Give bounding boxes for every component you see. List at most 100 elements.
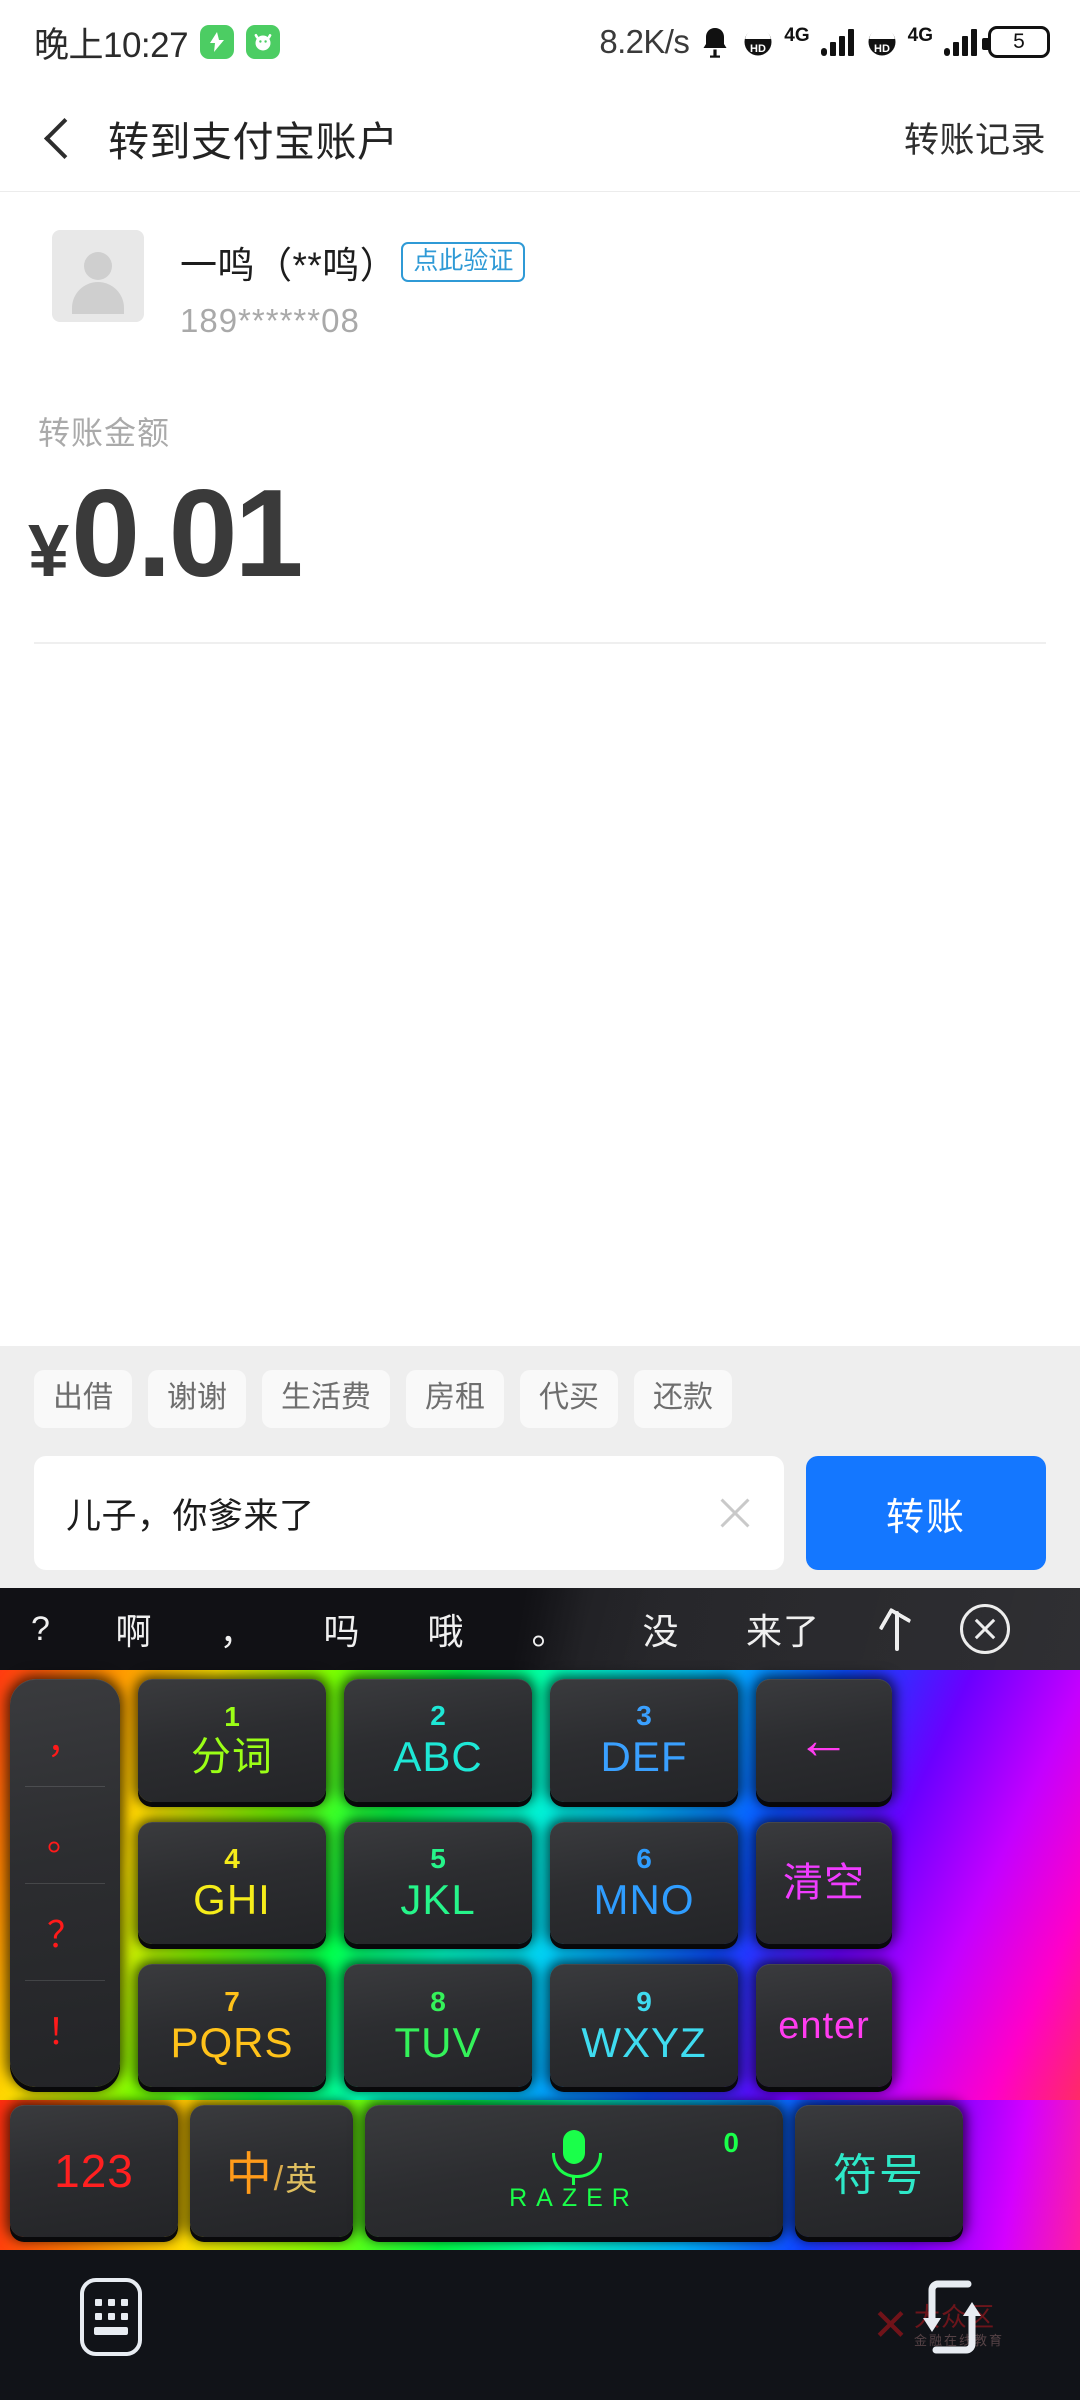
arrow-up-icon[interactable] [878, 1607, 918, 1651]
key-number: 5 [430, 1842, 446, 1874]
candidate-item[interactable]: 吗 [290, 1603, 394, 1655]
key-1[interactable]: 1 分词 [138, 1679, 326, 1802]
candidate-item[interactable]: ， [186, 1603, 290, 1655]
key-enter[interactable]: enter [756, 1964, 892, 2087]
quick-tag[interactable]: 谢谢 [148, 1370, 246, 1428]
lang-english: 英 [285, 2161, 318, 2197]
key-9[interactable]: 9 WXYZ [550, 1964, 738, 2087]
key-number: 1 [224, 1701, 240, 1733]
screen-rotate-icon[interactable] [912, 2276, 992, 2358]
page-title: 转到支付宝账户 [108, 118, 399, 165]
punct-period[interactable]: 。 [10, 1786, 120, 1883]
key-label: TUV [394, 2018, 482, 2066]
keyboard-grid: ， 。 ？ ！ 1 分词 2 ABC 3 DEF ← 4 GHI 5 JKL 6… [4, 1674, 1076, 2096]
currency-symbol: ¥ [28, 509, 69, 592]
clear-x-icon[interactable] [712, 1490, 758, 1536]
payee-phone: 189******08 [180, 302, 360, 339]
payee-name: 一鸣（**鸣） [180, 245, 398, 286]
candidate-item[interactable]: ? [0, 1610, 82, 1649]
key-number: 7 [224, 1985, 240, 2017]
key-label: JKL [400, 1875, 476, 1923]
network-speed: 8.2K/s [599, 23, 690, 60]
status-time: 晚上10:27 [34, 25, 189, 65]
amount-label: 转账金额 [38, 415, 171, 451]
punct-question[interactable]: ？ [10, 1883, 120, 1980]
transfer-records-link[interactable]: 转账记录 [904, 112, 1046, 163]
key-number: 2 [430, 1700, 446, 1732]
back-chevron-icon[interactable] [34, 115, 80, 161]
battery-indicator: 5 [982, 26, 1050, 58]
key-label: 清空 [783, 1860, 865, 1905]
message-input[interactable]: 儿子，你爹来了 [34, 1456, 784, 1570]
amount-field[interactable]: ¥ 0.01 [0, 454, 1080, 596]
payee-section: 一鸣（**鸣） 点此验证 189******08 [0, 192, 1080, 340]
lang-slash: / [273, 2160, 284, 2198]
transfer-button[interactable]: 转账 [806, 1456, 1046, 1570]
key-space[interactable]: RAZER 0 [365, 2105, 783, 2237]
key-3[interactable]: 3 DEF [550, 1679, 738, 1802]
lang-chinese: 中 [225, 2148, 272, 2200]
key-language-toggle[interactable]: 中 / 英 [190, 2105, 353, 2237]
bell-icon [700, 26, 730, 58]
key-backspace[interactable]: ← [756, 1679, 892, 1802]
candidate-item[interactable]: 啊 [82, 1603, 186, 1655]
close-circle-icon[interactable] [960, 1604, 1010, 1654]
key-number: 9 [636, 1985, 652, 2017]
verify-badge[interactable]: 点此验证 [401, 241, 526, 283]
key-number: 8 [430, 1985, 446, 2017]
quick-tag[interactable]: 房租 [406, 1370, 504, 1428]
key-4[interactable]: 4 GHI [138, 1821, 326, 1945]
quick-tag[interactable]: 生活费 [262, 1370, 390, 1428]
key-clear[interactable]: 清空 [756, 1821, 892, 1945]
payee-info: 一鸣（**鸣） 点此验证 189******08 [180, 230, 526, 340]
candidate-item[interactable]: 。 [498, 1603, 602, 1655]
key-2[interactable]: 2 ABC [344, 1679, 532, 1802]
keyboard-function-row: 123 中 / 英 RAZER 0 符号 [0, 2100, 1080, 2250]
key-label: MNO [593, 1875, 695, 1923]
phone-screen: 晚上10:27 8.2K/s HD 4G HD 4G 5 转到支付宝账户 转账记… [0, 0, 1080, 2400]
message-text: 儿子，你爹来了 [66, 1496, 315, 1536]
punct-exclaim[interactable]: ！ [10, 1980, 120, 2077]
system-nav-bar: ✕ 大众区 金融在线教育 [0, 2250, 1080, 2400]
key-symbols[interactable]: 符号 [795, 2105, 963, 2237]
punct-comma[interactable]: ， [10, 1689, 120, 1786]
key-number: 4 [224, 1842, 240, 1874]
key-numeric-mode[interactable]: 123 [10, 2105, 178, 2237]
razer-keyboard: ? 啊 ， 吗 哦 。 没 来了 ， 。 ？ ！ 1 分词 2 ABC 3 DE… [0, 1588, 1080, 2250]
key-5[interactable]: 5 JKL [344, 1821, 532, 1945]
status-bar-left: 晚上10:27 [34, 17, 281, 68]
key-punctuation[interactable]: ， 。 ？ ！ [10, 1679, 120, 2087]
candidate-item[interactable]: 没 [602, 1603, 720, 1655]
avatar [52, 230, 144, 322]
watermark-mark: ✕ [872, 2301, 909, 2351]
quick-tag[interactable]: 还款 [634, 1370, 732, 1428]
quick-tag-row: 出借 谢谢 生活费 房租 代买 还款 [0, 1370, 1080, 1428]
svg-text:HD: HD [874, 43, 890, 55]
quick-tag[interactable]: 代买 [520, 1370, 618, 1428]
transfer-page: 一鸣（**鸣） 点此验证 189******08 转账金额 ¥ 0.01 [0, 192, 1080, 1346]
amount-value: 0.01 [71, 465, 303, 603]
key-7[interactable]: 7 PQRS [138, 1964, 326, 2087]
compose-area: 出借 谢谢 生活费 房租 代买 还款 儿子，你爹来了 转账 [0, 1346, 1080, 1588]
candidate-item[interactable]: 哦 [394, 1603, 498, 1655]
key-label: enter [778, 2004, 870, 2047]
microphone-icon[interactable] [552, 2129, 602, 2185]
keyboard-switch-icon[interactable] [80, 2278, 142, 2356]
network-type-2: 4G [907, 25, 933, 46]
key-6[interactable]: 6 MNO [550, 1821, 738, 1945]
razer-brand-label: RAZER [509, 2183, 639, 2212]
volte-hd-icon-2: HD [865, 27, 899, 57]
power-saver-icon [200, 25, 235, 59]
key-number: 6 [636, 1842, 652, 1874]
key-label: 123 [54, 2145, 134, 2197]
key-zero-label: 0 [723, 2127, 739, 2158]
payee-name-row: 一鸣（**鸣） 点此验证 [180, 235, 526, 289]
key-8[interactable]: 8 TUV [344, 1964, 532, 2087]
compose-row: 儿子，你爹来了 转账 [0, 1456, 1080, 1570]
network-type-1: 4G [784, 25, 810, 46]
signal-bars-1 [820, 28, 854, 56]
key-label: 符号 [833, 2151, 925, 2200]
candidate-item[interactable]: 来了 [720, 1603, 846, 1655]
svg-text:HD: HD [750, 43, 766, 55]
quick-tag[interactable]: 出借 [34, 1370, 132, 1428]
